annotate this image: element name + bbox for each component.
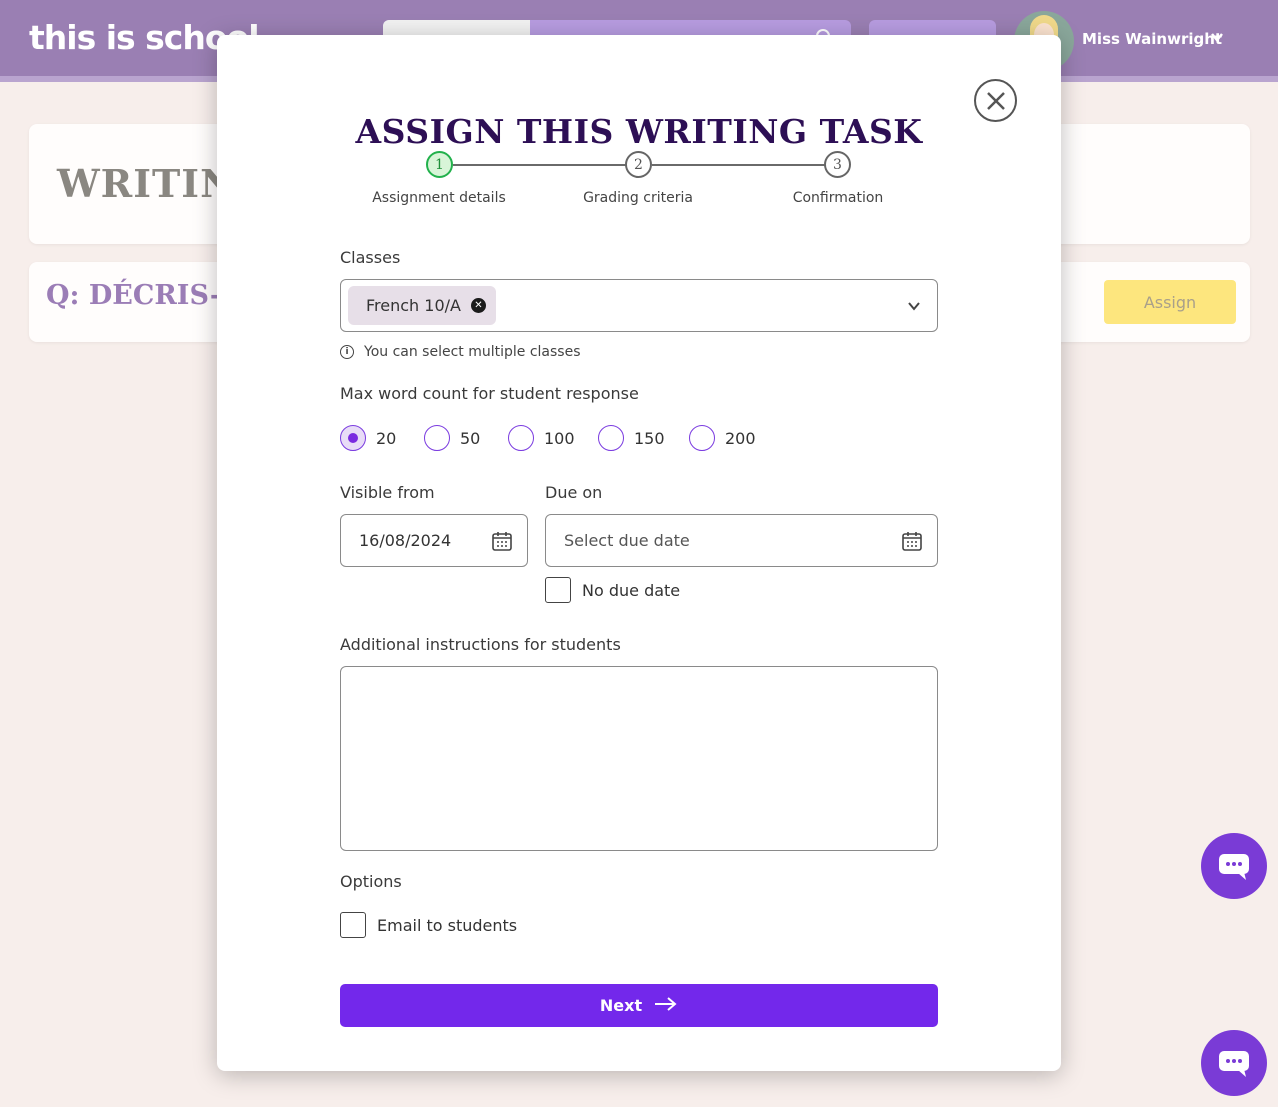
radio-indicator[interactable]: [689, 425, 715, 451]
radio-indicator[interactable]: [508, 425, 534, 451]
visible-from-label: Visible from: [340, 483, 435, 502]
next-button-label: Next: [599, 996, 643, 1015]
due-on-label: Due on: [545, 483, 603, 502]
email-students-option[interactable]: Email to students: [340, 912, 517, 938]
word-count-radio-100[interactable]: 100: [508, 425, 575, 451]
chat-button[interactable]: [1201, 1030, 1267, 1096]
page-title: WRITIN: [57, 161, 236, 206]
chat-icon: [1219, 1051, 1249, 1077]
step-3-indicator: 3: [824, 151, 851, 178]
radio-indicator[interactable]: [598, 425, 624, 451]
radio-label: 20: [376, 428, 397, 448]
word-count-radio-20[interactable]: 20: [340, 425, 396, 451]
close-button[interactable]: [974, 79, 1017, 122]
question-text: Q: DÉCRIS-: [46, 280, 222, 311]
radio-indicator[interactable]: [340, 425, 366, 451]
step-3-label: Confirmation: [792, 190, 884, 206]
user-name[interactable]: Miss Wainwright: [1082, 30, 1222, 48]
visible-from-input[interactable]: 16/08/2024: [340, 514, 528, 567]
chat-button[interactable]: [1201, 833, 1267, 899]
instructions-label: Additional instructions for students: [340, 635, 621, 654]
class-chip: French 10/A ✕: [348, 286, 496, 325]
instructions-textarea[interactable]: [340, 666, 938, 851]
class-chip-label: French 10/A: [366, 296, 461, 315]
options-label: Options: [340, 872, 402, 891]
assign-button[interactable]: Assign: [1104, 280, 1236, 324]
email-students-label: Email to students: [377, 915, 518, 935]
due-date-placeholder: Select due date: [564, 531, 690, 550]
chevron-down-icon[interactable]: [907, 298, 921, 317]
classes-hint-text: You can select multiple classes: [364, 344, 581, 360]
no-due-date-label: No due date: [582, 580, 681, 600]
chevron-down-icon[interactable]: [1210, 30, 1224, 48]
due-date-input[interactable]: Select due date: [545, 514, 938, 567]
arrow-right-icon: [654, 996, 678, 1016]
step-1-indicator: 1: [426, 151, 453, 178]
no-due-date-checkbox[interactable]: [545, 577, 571, 603]
step-2-label: Grading criteria: [583, 190, 693, 206]
word-count-label: Max word count for student response: [340, 384, 639, 403]
classes-label: Classes: [340, 248, 401, 267]
no-due-date-option[interactable]: No due date: [545, 577, 680, 603]
remove-chip-icon[interactable]: ✕: [470, 298, 486, 313]
radio-indicator[interactable]: [424, 425, 450, 451]
radio-label: 50: [460, 428, 481, 448]
word-count-radio-150[interactable]: 150: [598, 425, 665, 451]
chat-icon: [1219, 854, 1249, 880]
radio-label: 100: [544, 428, 575, 448]
word-count-radio-50[interactable]: 50: [424, 425, 480, 451]
calendar-icon[interactable]: [901, 530, 923, 556]
word-count-radio-200[interactable]: 200: [689, 425, 756, 451]
radio-label: 200: [725, 428, 756, 448]
close-icon: [986, 91, 1005, 110]
visible-from-value: 16/08/2024: [359, 531, 452, 550]
classes-hint: i You can select multiple classes: [340, 344, 581, 360]
step-1-label: Assignment details: [372, 190, 506, 206]
radio-label: 150: [634, 428, 665, 448]
assign-task-modal: ASSIGN THIS WRITING TASK 1 2 3 Assignmen…: [217, 35, 1061, 1071]
next-button[interactable]: Next: [340, 984, 938, 1027]
email-students-checkbox[interactable]: [340, 912, 366, 938]
modal-title: ASSIGN THIS WRITING TASK: [355, 112, 923, 151]
calendar-icon[interactable]: [491, 530, 513, 556]
info-icon: i: [340, 345, 354, 359]
classes-select[interactable]: French 10/A ✕: [340, 279, 938, 332]
step-2-indicator: 2: [625, 151, 652, 178]
stepper-line: [453, 164, 626, 166]
stepper-line: [652, 164, 825, 166]
